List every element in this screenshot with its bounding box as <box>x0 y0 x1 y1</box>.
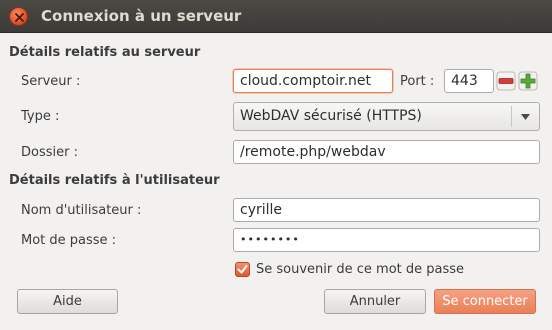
close-icon <box>15 13 24 22</box>
checkmark-icon <box>237 265 248 274</box>
cancel-button[interactable]: Annuler <box>324 289 426 314</box>
minus-icon <box>498 78 514 84</box>
connect-button[interactable]: Se connecter <box>434 289 536 314</box>
folder-label: Dossier : <box>21 145 78 160</box>
port-increment-button[interactable] <box>518 71 538 91</box>
help-button[interactable]: Aide <box>17 289 118 314</box>
password-input[interactable]: •••••••• <box>233 228 540 252</box>
port-decrement-button[interactable] <box>496 71 516 91</box>
user-section-heading: Détails relatifs à l'utilisateur <box>9 173 220 188</box>
window-titlebar: Connexion à un serveur <box>0 0 552 33</box>
server-section-heading: Détails relatifs au serveur <box>9 45 201 60</box>
remember-password-label[interactable]: Se souvenir de ce mot de passe <box>256 262 464 277</box>
username-input[interactable]: cyrille <box>233 198 540 222</box>
type-select[interactable]: WebDAV sécurisé (HTTPS) <box>233 102 540 131</box>
server-label: Serveur : <box>21 74 81 89</box>
type-select-value: WebDAV sécurisé (HTTPS) <box>240 108 422 124</box>
username-label: Nom d'utilisateur : <box>21 203 142 218</box>
remember-password-checkbox[interactable] <box>235 262 250 277</box>
port-input[interactable]: 443 <box>444 69 494 93</box>
window-close-button[interactable] <box>9 7 28 26</box>
type-label: Type : <box>21 109 60 124</box>
folder-input[interactable]: /remote.php/webdav <box>233 140 540 164</box>
window-title: Connexion à un serveur <box>41 7 242 25</box>
chevron-down-icon <box>521 114 530 120</box>
port-label: Port : <box>400 74 435 89</box>
password-label: Mot de passe : <box>21 233 117 248</box>
combo-divider <box>511 106 512 127</box>
server-input[interactable]: cloud.comptoir.net <box>233 69 393 93</box>
